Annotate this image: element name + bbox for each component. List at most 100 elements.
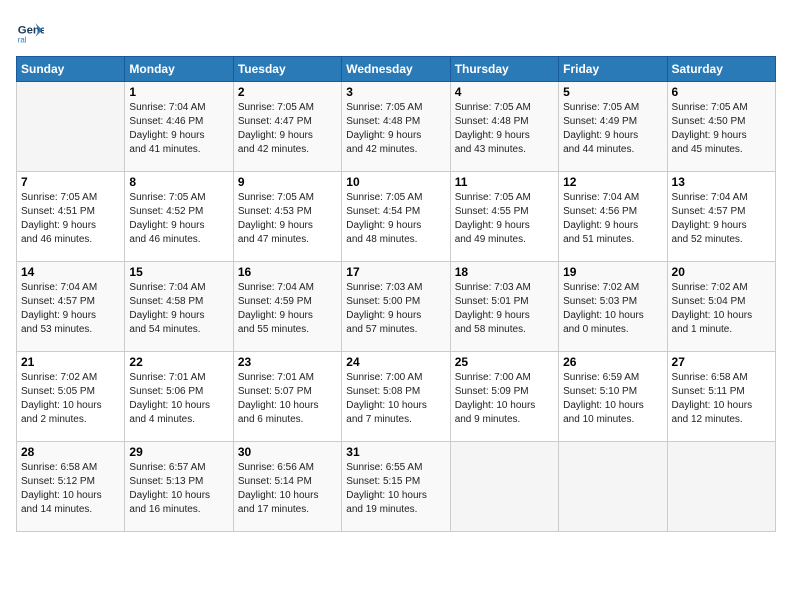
day-info: Sunrise: 6:59 AMSunset: 5:10 PMDaylight:… [563,371,662,427]
day-number: 22 [129,355,228,369]
day-cell: 6 Sunrise: 7:05 AMSunset: 4:50 PMDaylight… [667,82,775,172]
day-cell: 28Sunrise: 6:58 AMSunset: 5:12 PMDayligh… [17,442,125,532]
day-cell: 30 Sunrise: 6:56 AMSunset: 5:14 PMDayligh… [233,442,341,532]
day-info: Sunrise: 7:04 AMSunset: 4:59 PMDaylight:… [238,281,337,337]
days-of-week-row: SundayMondayTuesdayWednesdayThursdayFrid… [17,57,776,82]
day-info: Sunrise: 6:57 AMSunset: 5:13 PMDaylight:… [129,461,228,517]
day-number: 8 [129,175,228,189]
day-number: 6 [672,85,771,99]
day-number: 27 [672,355,771,369]
day-cell: 20 Sunrise: 7:02 AMSunset: 5:04 PMDayligh… [667,262,775,352]
day-number: 26 [563,355,662,369]
day-info: Sunrise: 7:05 AMSunset: 4:55 PMDaylight:… [455,191,554,247]
day-info: Sunrise: 6:56 AMSunset: 5:14 PMDaylight:… [238,461,337,517]
week-row-3: 14 Sunrise: 7:04 AMSunset: 4:57 PMDayligh… [17,262,776,352]
logo-icon: Gene ral [16,16,44,44]
day-info: Sunrise: 7:05 AMSunset: 4:47 PMDaylight:… [238,101,337,157]
day-cell: 13Sunrise: 7:04 AMSunset: 4:57 PMDayligh… [667,172,775,262]
day-info: Sunrise: 7:04 AMSunset: 4:46 PMDaylight:… [129,101,228,157]
day-cell: 2 Sunrise: 7:05 AMSunset: 4:47 PMDaylight… [233,82,341,172]
day-number: 9 [238,175,337,189]
day-info: Sunrise: 7:01 AMSunset: 5:07 PMDaylight:… [238,371,337,427]
day-cell: 21 Sunrise: 7:02 AMSunset: 5:05 PMDayligh… [17,352,125,442]
day-cell: 24Sunrise: 7:00 AMSunset: 5:08 PMDayligh… [342,352,450,442]
day-cell: 4 Sunrise: 7:05 AMSunset: 4:48 PMDaylight… [450,82,558,172]
day-number: 17 [346,265,445,279]
day-cell: 19Sunrise: 7:02 AMSunset: 5:03 PMDayligh… [559,262,667,352]
dow-header-sunday: Sunday [17,57,125,82]
day-number: 3 [346,85,445,99]
dow-header-tuesday: Tuesday [233,57,341,82]
day-cell [559,442,667,532]
day-cell: 16 Sunrise: 7:04 AMSunset: 4:59 PMDayligh… [233,262,341,352]
day-cell: 11Sunrise: 7:05 AMSunset: 4:55 PMDayligh… [450,172,558,262]
day-info: Sunrise: 7:05 AMSunset: 4:52 PMDaylight:… [129,191,228,247]
day-cell: 15 Sunrise: 7:04 AMSunset: 4:58 PMDayligh… [125,262,233,352]
calendar-table: SundayMondayTuesdayWednesdayThursdayFrid… [16,56,776,532]
day-cell: 9 Sunrise: 7:05 AMSunset: 4:53 PMDaylight… [233,172,341,262]
day-cell: 17 Sunrise: 7:03 AMSunset: 5:00 PMDayligh… [342,262,450,352]
week-row-1: 1 Sunrise: 7:04 AMSunset: 4:46 PMDaylight… [17,82,776,172]
day-number: 2 [238,85,337,99]
day-number: 1 [129,85,228,99]
day-number: 5 [563,85,662,99]
day-cell: 31Sunrise: 6:55 AMSunset: 5:15 PMDayligh… [342,442,450,532]
day-info: Sunrise: 7:00 AMSunset: 5:08 PMDaylight:… [346,371,445,427]
day-info: Sunrise: 7:05 AMSunset: 4:54 PMDaylight:… [346,191,445,247]
day-cell: 25Sunrise: 7:00 AMSunset: 5:09 PMDayligh… [450,352,558,442]
day-info: Sunrise: 7:05 AMSunset: 4:53 PMDaylight:… [238,191,337,247]
day-number: 13 [672,175,771,189]
day-number: 16 [238,265,337,279]
day-number: 30 [238,445,337,459]
day-number: 31 [346,445,445,459]
day-info: Sunrise: 7:05 AMSunset: 4:51 PMDaylight:… [21,191,120,247]
day-cell: 3 Sunrise: 7:05 AMSunset: 4:48 PMDaylight… [342,82,450,172]
day-cell: 18Sunrise: 7:03 AMSunset: 5:01 PMDayligh… [450,262,558,352]
day-number: 20 [672,265,771,279]
day-number: 29 [129,445,228,459]
day-number: 12 [563,175,662,189]
day-info: Sunrise: 7:03 AMSunset: 5:00 PMDaylight:… [346,281,445,337]
day-info: Sunrise: 7:02 AMSunset: 5:05 PMDaylight:… [21,371,120,427]
svg-text:ral: ral [18,35,27,44]
day-info: Sunrise: 7:01 AMSunset: 5:06 PMDaylight:… [129,371,228,427]
day-info: Sunrise: 7:02 AMSunset: 5:04 PMDaylight:… [672,281,771,337]
day-cell: 10 Sunrise: 7:05 AMSunset: 4:54 PMDayligh… [342,172,450,262]
day-number: 18 [455,265,554,279]
calendar-body: 1 Sunrise: 7:04 AMSunset: 4:46 PMDaylight… [17,82,776,532]
week-row-4: 21 Sunrise: 7:02 AMSunset: 5:05 PMDayligh… [17,352,776,442]
day-cell: 29 Sunrise: 6:57 AMSunset: 5:13 PMDayligh… [125,442,233,532]
day-cell: 14 Sunrise: 7:04 AMSunset: 4:57 PMDayligh… [17,262,125,352]
logo: Gene ral [16,16,48,44]
day-info: Sunrise: 7:04 AMSunset: 4:58 PMDaylight:… [129,281,228,337]
dow-header-wednesday: Wednesday [342,57,450,82]
dow-header-saturday: Saturday [667,57,775,82]
page-header: Gene ral [16,16,776,44]
day-info: Sunrise: 7:05 AMSunset: 4:48 PMDaylight:… [455,101,554,157]
week-row-5: 28Sunrise: 6:58 AMSunset: 5:12 PMDayligh… [17,442,776,532]
day-cell: 5 Sunrise: 7:05 AMSunset: 4:49 PMDaylight… [559,82,667,172]
day-number: 10 [346,175,445,189]
day-info: Sunrise: 7:05 AMSunset: 4:48 PMDaylight:… [346,101,445,157]
day-cell: 22 Sunrise: 7:01 AMSunset: 5:06 PMDayligh… [125,352,233,442]
day-info: Sunrise: 6:58 AMSunset: 5:11 PMDaylight:… [672,371,771,427]
day-number: 4 [455,85,554,99]
day-number: 7 [21,175,120,189]
week-row-2: 7 Sunrise: 7:05 AMSunset: 4:51 PMDaylight… [17,172,776,262]
day-number: 25 [455,355,554,369]
day-number: 14 [21,265,120,279]
day-cell [17,82,125,172]
day-number: 21 [21,355,120,369]
day-info: Sunrise: 7:05 AMSunset: 4:49 PMDaylight:… [563,101,662,157]
day-cell: 27 Sunrise: 6:58 AMSunset: 5:11 PMDayligh… [667,352,775,442]
dow-header-thursday: Thursday [450,57,558,82]
day-info: Sunrise: 7:05 AMSunset: 4:50 PMDaylight:… [672,101,771,157]
day-cell: 1 Sunrise: 7:04 AMSunset: 4:46 PMDaylight… [125,82,233,172]
day-cell [667,442,775,532]
day-info: Sunrise: 6:58 AMSunset: 5:12 PMDaylight:… [21,461,120,517]
day-number: 15 [129,265,228,279]
day-number: 19 [563,265,662,279]
day-info: Sunrise: 7:04 AMSunset: 4:56 PMDaylight:… [563,191,662,247]
day-cell [450,442,558,532]
day-info: Sunrise: 7:04 AMSunset: 4:57 PMDaylight:… [21,281,120,337]
